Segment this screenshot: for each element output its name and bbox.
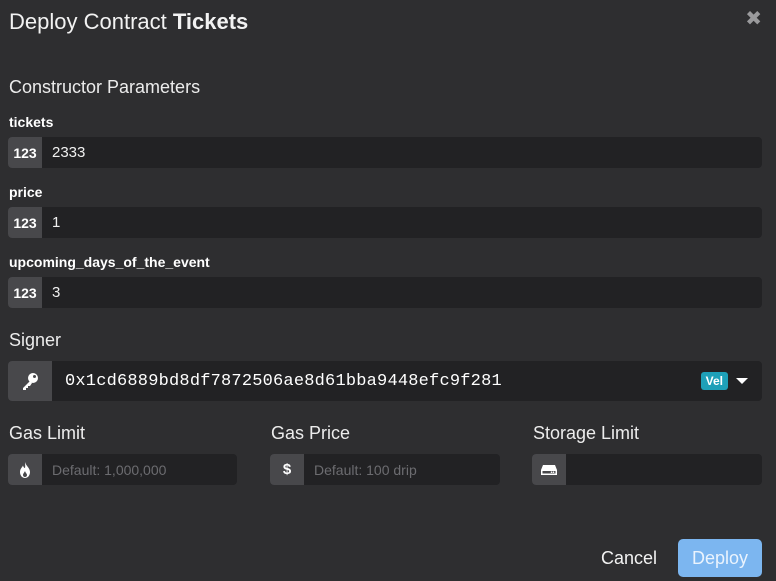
gas-limit-input[interactable] [42,454,237,485]
signer-address: 0x1cd6889bd8df7872506ae8d61bba9448efc9f2… [65,371,502,391]
deploy-button[interactable]: Deploy [678,539,762,577]
dialog-title: Deploy Contract Tickets [9,9,248,35]
signer-select[interactable]: 0x1cd6889bd8df7872506ae8d61bba9448efc9f2… [8,361,762,401]
gas-price-input[interactable] [304,454,500,485]
number-type-badge: 123 [8,207,42,238]
gas-limit-label: Gas Limit [9,423,86,443]
cancel-button[interactable]: Cancel [590,539,668,577]
storage-limit-label: Storage Limit [533,423,640,443]
number-type-badge: 123 [8,137,42,168]
price-input[interactable] [42,207,762,238]
dollar-icon: $ [270,454,304,485]
hard-drive-icon [532,454,566,485]
param-row-price: 123 [8,207,762,238]
chevron-down-icon[interactable] [736,378,748,384]
tickets-input[interactable] [42,137,762,168]
signer-label: Signer [9,330,62,350]
key-icon [8,361,52,401]
constructor-parameters-title: Constructor Parameters [9,77,201,97]
contract-name: Tickets [172,9,249,34]
gas-price-label: Gas Price [271,423,351,443]
storage-limit-field [532,454,762,485]
param-label-tickets: tickets [9,114,54,130]
network-badge: Vel [700,372,728,390]
close-icon[interactable]: ✖ [745,9,762,29]
param-row-tickets: 123 [8,137,762,168]
param-row-upcoming-days: 123 [8,277,762,308]
gas-limit-field [8,454,237,485]
gas-price-field: $ [270,454,500,485]
flame-icon [8,454,42,485]
dialog-title-prefix: Deploy Contract [9,9,167,34]
number-type-badge: 123 [8,277,42,308]
param-label-price: price [9,184,43,200]
param-label-upcoming-days: upcoming_days_of_the_event [9,254,210,270]
storage-limit-input[interactable] [566,454,762,485]
upcoming-days-input[interactable] [42,277,762,308]
